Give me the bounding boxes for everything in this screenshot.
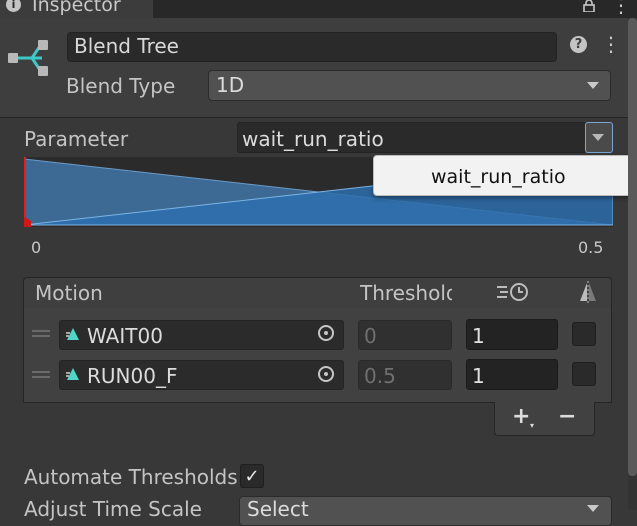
threshold-value: 0.5 xyxy=(364,364,396,388)
object-picker-icon[interactable] xyxy=(318,366,334,382)
chevron-down-icon xyxy=(587,505,599,512)
tab-menu-icon[interactable]: ⋮ xyxy=(611,0,631,17)
remove-motion-button[interactable]: − xyxy=(558,404,576,429)
row-drag-handle[interactable] xyxy=(32,330,50,337)
help-icon[interactable]: ? xyxy=(570,36,587,53)
speed-value: 1 xyxy=(472,324,485,348)
automate-thresholds-checkbox[interactable]: ✓ xyxy=(240,464,264,488)
chevron-down-icon xyxy=(592,134,604,141)
mirror-checkbox[interactable] xyxy=(572,322,596,346)
animation-clip-icon xyxy=(66,328,79,340)
speed-icon xyxy=(497,283,528,301)
list-footer xyxy=(494,402,595,436)
chevron-down-icon: ▾ xyxy=(530,421,535,430)
speed-value: 1 xyxy=(472,364,485,388)
blend-type-dropdown[interactable] xyxy=(208,70,611,101)
add-motion-button[interactable]: + xyxy=(512,404,530,429)
column-header-motion: Motion xyxy=(35,281,103,305)
blend-type-value: 1D xyxy=(216,73,245,97)
blend-type-label: Blend Type xyxy=(66,74,176,98)
animation-clip-icon xyxy=(66,368,79,380)
adjust-time-scale-label: Adjust Time Scale xyxy=(24,497,202,521)
motion-clip-name: WAIT00 xyxy=(87,324,163,348)
threshold-value: 0 xyxy=(364,324,377,348)
popup-item[interactable]: wait_run_ratio xyxy=(431,166,566,188)
motion-clip-name: RUN00_F xyxy=(87,364,178,388)
scrollbar-thumb[interactable] xyxy=(628,18,637,476)
object-picker-icon[interactable] xyxy=(318,325,334,341)
graph-min-label: 0 xyxy=(31,238,42,257)
mirror-icon xyxy=(580,281,596,303)
parameter-value: wait_run_ratio xyxy=(242,127,384,151)
parameter-label: Parameter xyxy=(24,127,129,151)
lock-icon[interactable] xyxy=(583,0,595,12)
automate-thresholds-label: Automate Thresholds xyxy=(24,465,238,489)
chevron-down-icon xyxy=(587,82,599,89)
row-drag-handle[interactable] xyxy=(32,371,50,378)
adjust-time-scale-value: Select xyxy=(247,497,309,521)
mirror-checkbox[interactable] xyxy=(572,362,596,386)
tab-title: Inspector xyxy=(32,0,121,16)
context-menu-icon[interactable]: ⋮ xyxy=(601,33,621,55)
blend-tree-icon xyxy=(8,40,48,76)
column-header-threshold: Threshold xyxy=(360,281,452,305)
blend-tree-name: Blend Tree xyxy=(74,34,179,58)
graph-max-label: 0.5 xyxy=(578,238,604,257)
